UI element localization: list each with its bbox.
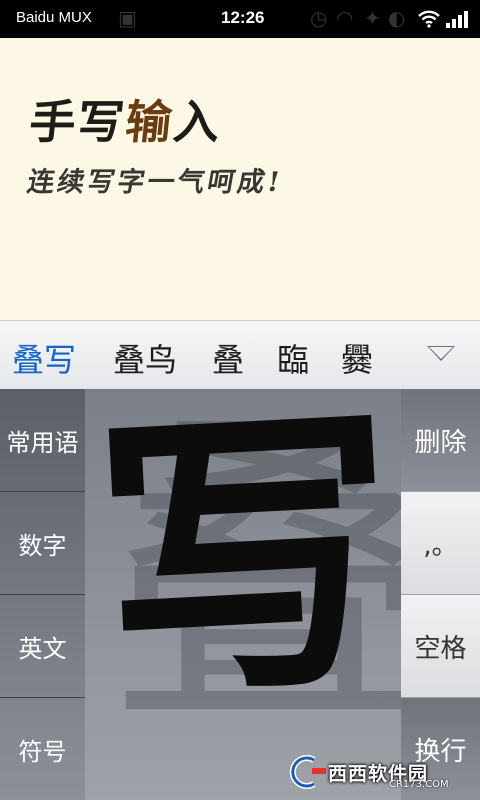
banner-title: 手写输入 <box>27 86 226 152</box>
common-phrases-key[interactable]: 常用语 <box>0 389 85 492</box>
english-key[interactable]: 英文 <box>0 595 85 698</box>
app-banner: 手写输入 连续写字一气呵成! <box>0 38 480 320</box>
right-function-column: 删除 ,。 空格 换行 <box>401 389 480 800</box>
banner-title-part1: 手写 <box>26 95 129 149</box>
status-bar: Baidu MUX ▣ ◷ ◠ ✦ ◐ 12:26 <box>0 0 480 38</box>
rotate-faint-icon: ◐ <box>388 6 406 30</box>
numbers-key[interactable]: 数字 <box>0 492 85 595</box>
carrier-name: Baidu MUX <box>16 9 92 26</box>
candidate-item[interactable]: 臨 <box>277 335 309 381</box>
punctuation-key[interactable]: ,。 <box>401 492 480 595</box>
delete-key[interactable]: 删除 <box>401 389 480 492</box>
candidate-item[interactable]: 叠写 <box>12 335 76 381</box>
handwritten-character: 写 <box>87 372 407 741</box>
candidate-item[interactable]: 叠 <box>212 335 244 381</box>
signal-strength-icon <box>446 11 468 28</box>
handwriting-keyboard: 常用语 数字 英文 符号 叠 写 删除 ,。 空格 换行 <box>0 372 480 800</box>
watermark-logo-icon <box>289 755 326 789</box>
wifi-faint-icon: ◠ <box>336 6 354 30</box>
chevron-down-icon[interactable] <box>427 346 455 361</box>
status-clock: 12:26 <box>221 8 265 27</box>
banner-title-part2: 输 <box>122 95 177 149</box>
banner-subtitle: 连续写字一气呵成! <box>24 167 286 198</box>
wifi-icon <box>418 10 440 28</box>
space-key[interactable]: 空格 <box>401 595 480 698</box>
candidate-item[interactable]: 叠鸟 <box>113 335 177 381</box>
watermark: 西西软件园 CR173.COM <box>284 752 474 792</box>
symbols-key[interactable]: 符号 <box>0 698 85 800</box>
banner-title-part3: 入 <box>170 95 225 149</box>
bluetooth-faint-icon: ✦ <box>364 6 381 30</box>
signal-faint-icon: ▣ <box>118 6 137 30</box>
left-function-column: 常用语 数字 英文 符号 <box>0 389 85 800</box>
alarm-faint-icon: ◷ <box>310 6 328 30</box>
watermark-url: CR173.COM <box>389 779 449 790</box>
handwriting-canvas[interactable]: 叠 写 <box>85 372 437 800</box>
